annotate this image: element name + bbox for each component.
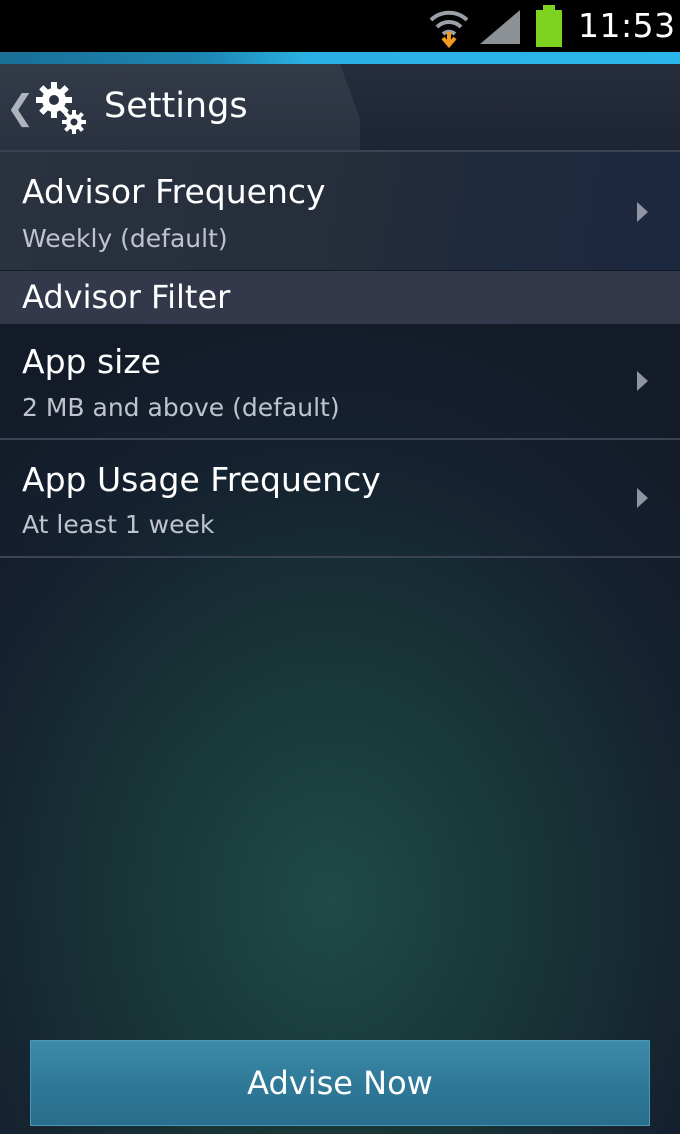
accent-line <box>0 52 680 64</box>
section-header-advisor-filter: Advisor Filter <box>0 271 680 324</box>
chevron-right-icon <box>637 202 648 222</box>
wifi-icon <box>429 10 469 48</box>
page-title: Settings <box>104 86 248 126</box>
action-bar: ❮ Settings <box>0 64 680 152</box>
gears-icon[interactable] <box>34 78 90 138</box>
settings-row-advisor-frequency[interactable]: Advisor Frequency Weekly (default) <box>0 152 680 270</box>
status-bar: 11:53 <box>0 0 680 52</box>
battery-icon <box>536 5 562 47</box>
chevron-left-icon[interactable]: ❮ <box>6 88 35 128</box>
row-title: App Usage Frequency <box>22 460 381 499</box>
advise-now-button[interactable]: Advise Now <box>30 1040 650 1126</box>
divider <box>0 556 680 558</box>
settings-row-app-usage-frequency[interactable]: App Usage Frequency At least 1 week <box>0 440 680 556</box>
chevron-right-icon <box>637 488 648 508</box>
section-label: Advisor Filter <box>22 278 231 316</box>
row-title: App size <box>22 342 161 381</box>
signal-icon <box>480 10 520 44</box>
chevron-right-icon <box>637 371 648 391</box>
row-title: Advisor Frequency <box>22 172 326 211</box>
settings-row-app-size[interactable]: App size 2 MB and above (default) <box>0 324 680 438</box>
row-summary: At least 1 week <box>22 510 215 539</box>
row-summary: 2 MB and above (default) <box>22 393 340 422</box>
row-summary: Weekly (default) <box>22 224 228 253</box>
status-clock: 11:53 <box>578 6 676 45</box>
